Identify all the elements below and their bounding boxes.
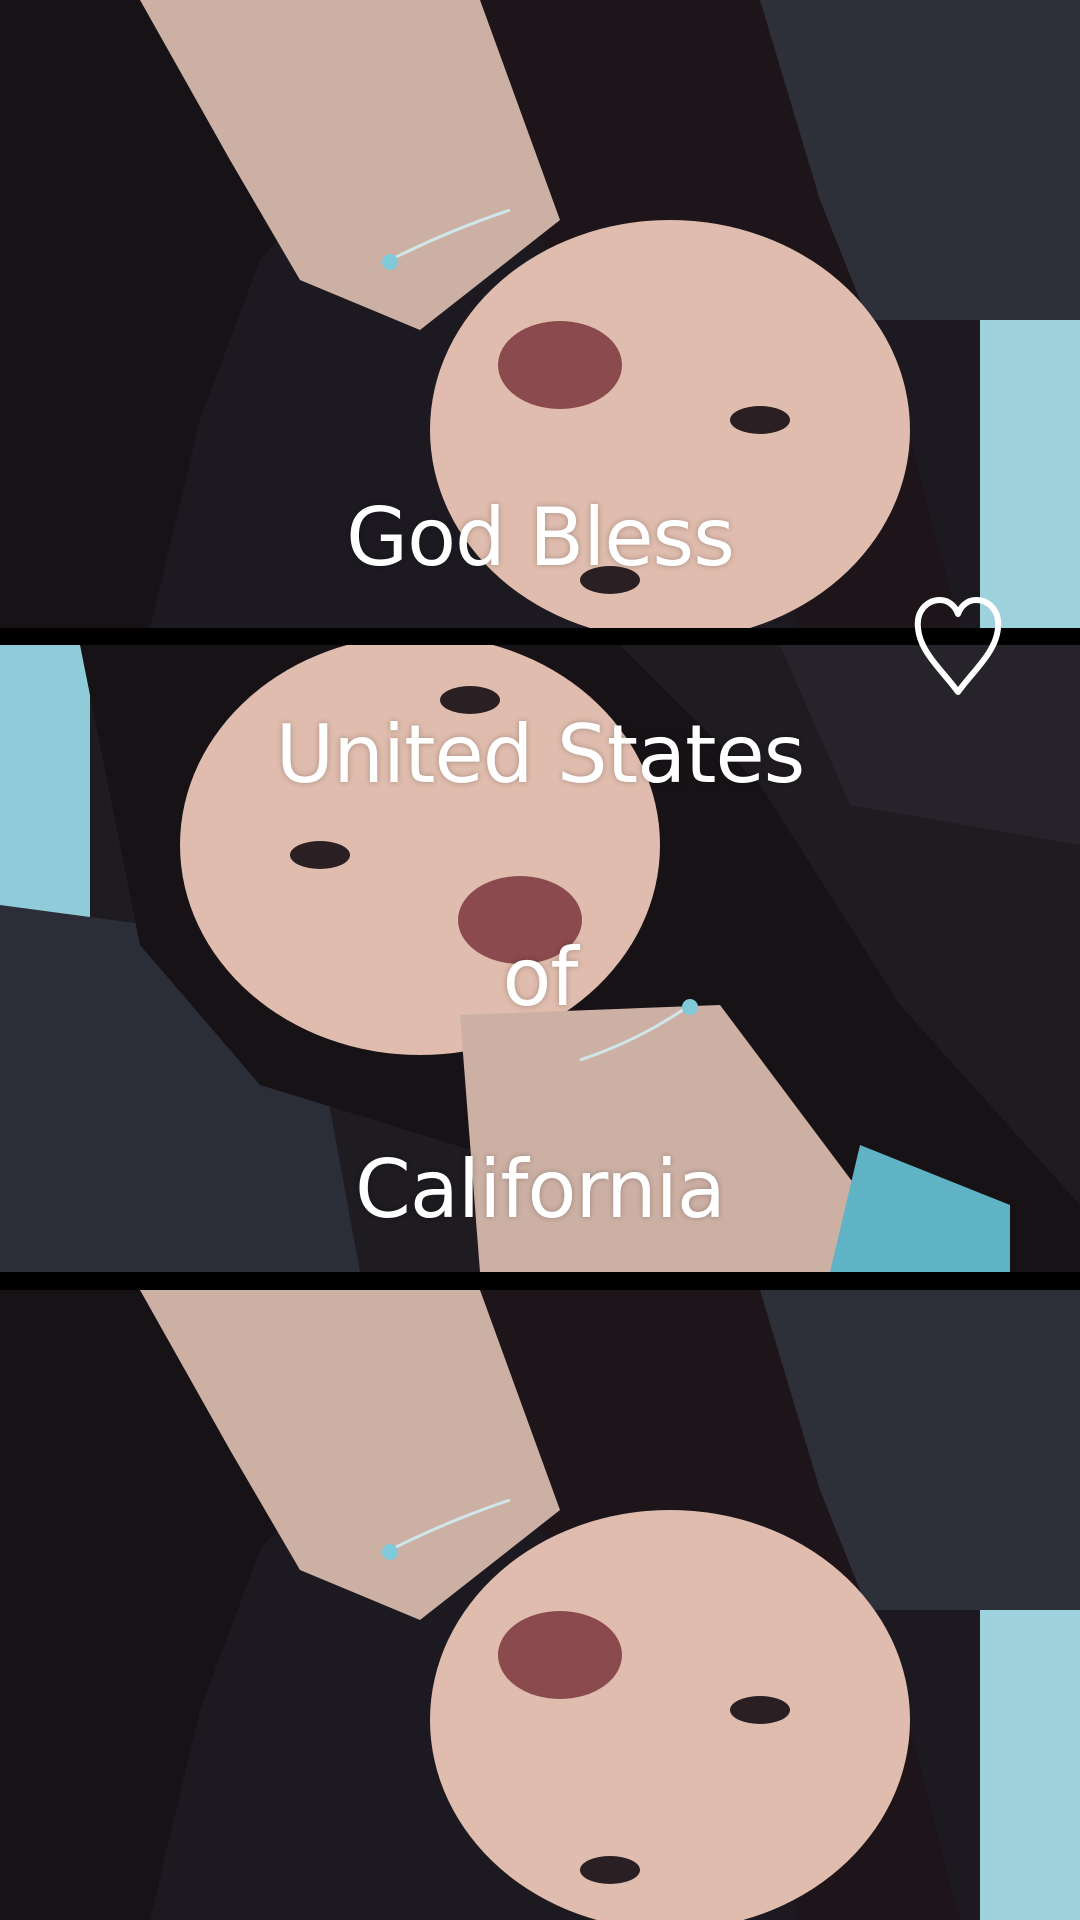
video-frame: God Bless United States of California [0,0,1080,1920]
caption-line-3: of [502,931,578,1024]
photo-panel-bottom [0,1290,1080,1920]
caption-line-4: California [355,1143,726,1236]
caption-line-1: God Bless [346,491,735,584]
heart-outline-icon [914,597,1002,695]
panel-divider [0,1272,1080,1290]
selfie-photo-bottom [0,1290,1080,1920]
caption-line-2: United States [275,708,806,801]
